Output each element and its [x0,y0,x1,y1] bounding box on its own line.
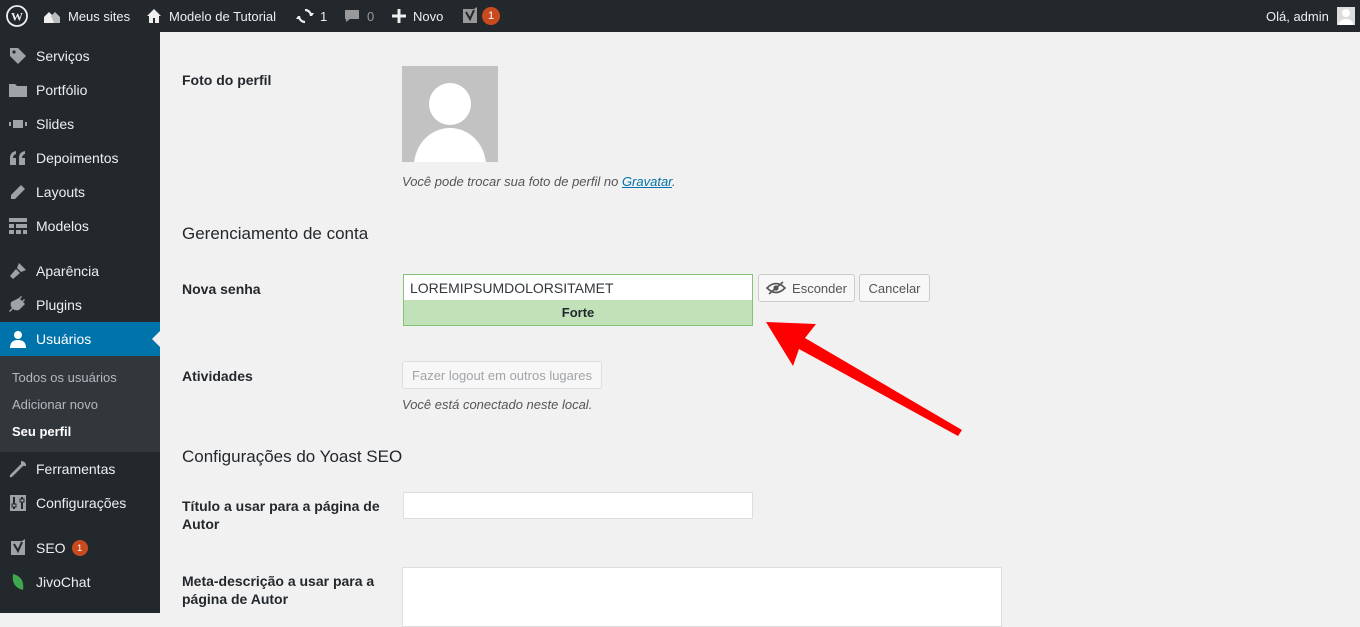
annotation-arrow-icon [766,322,962,436]
